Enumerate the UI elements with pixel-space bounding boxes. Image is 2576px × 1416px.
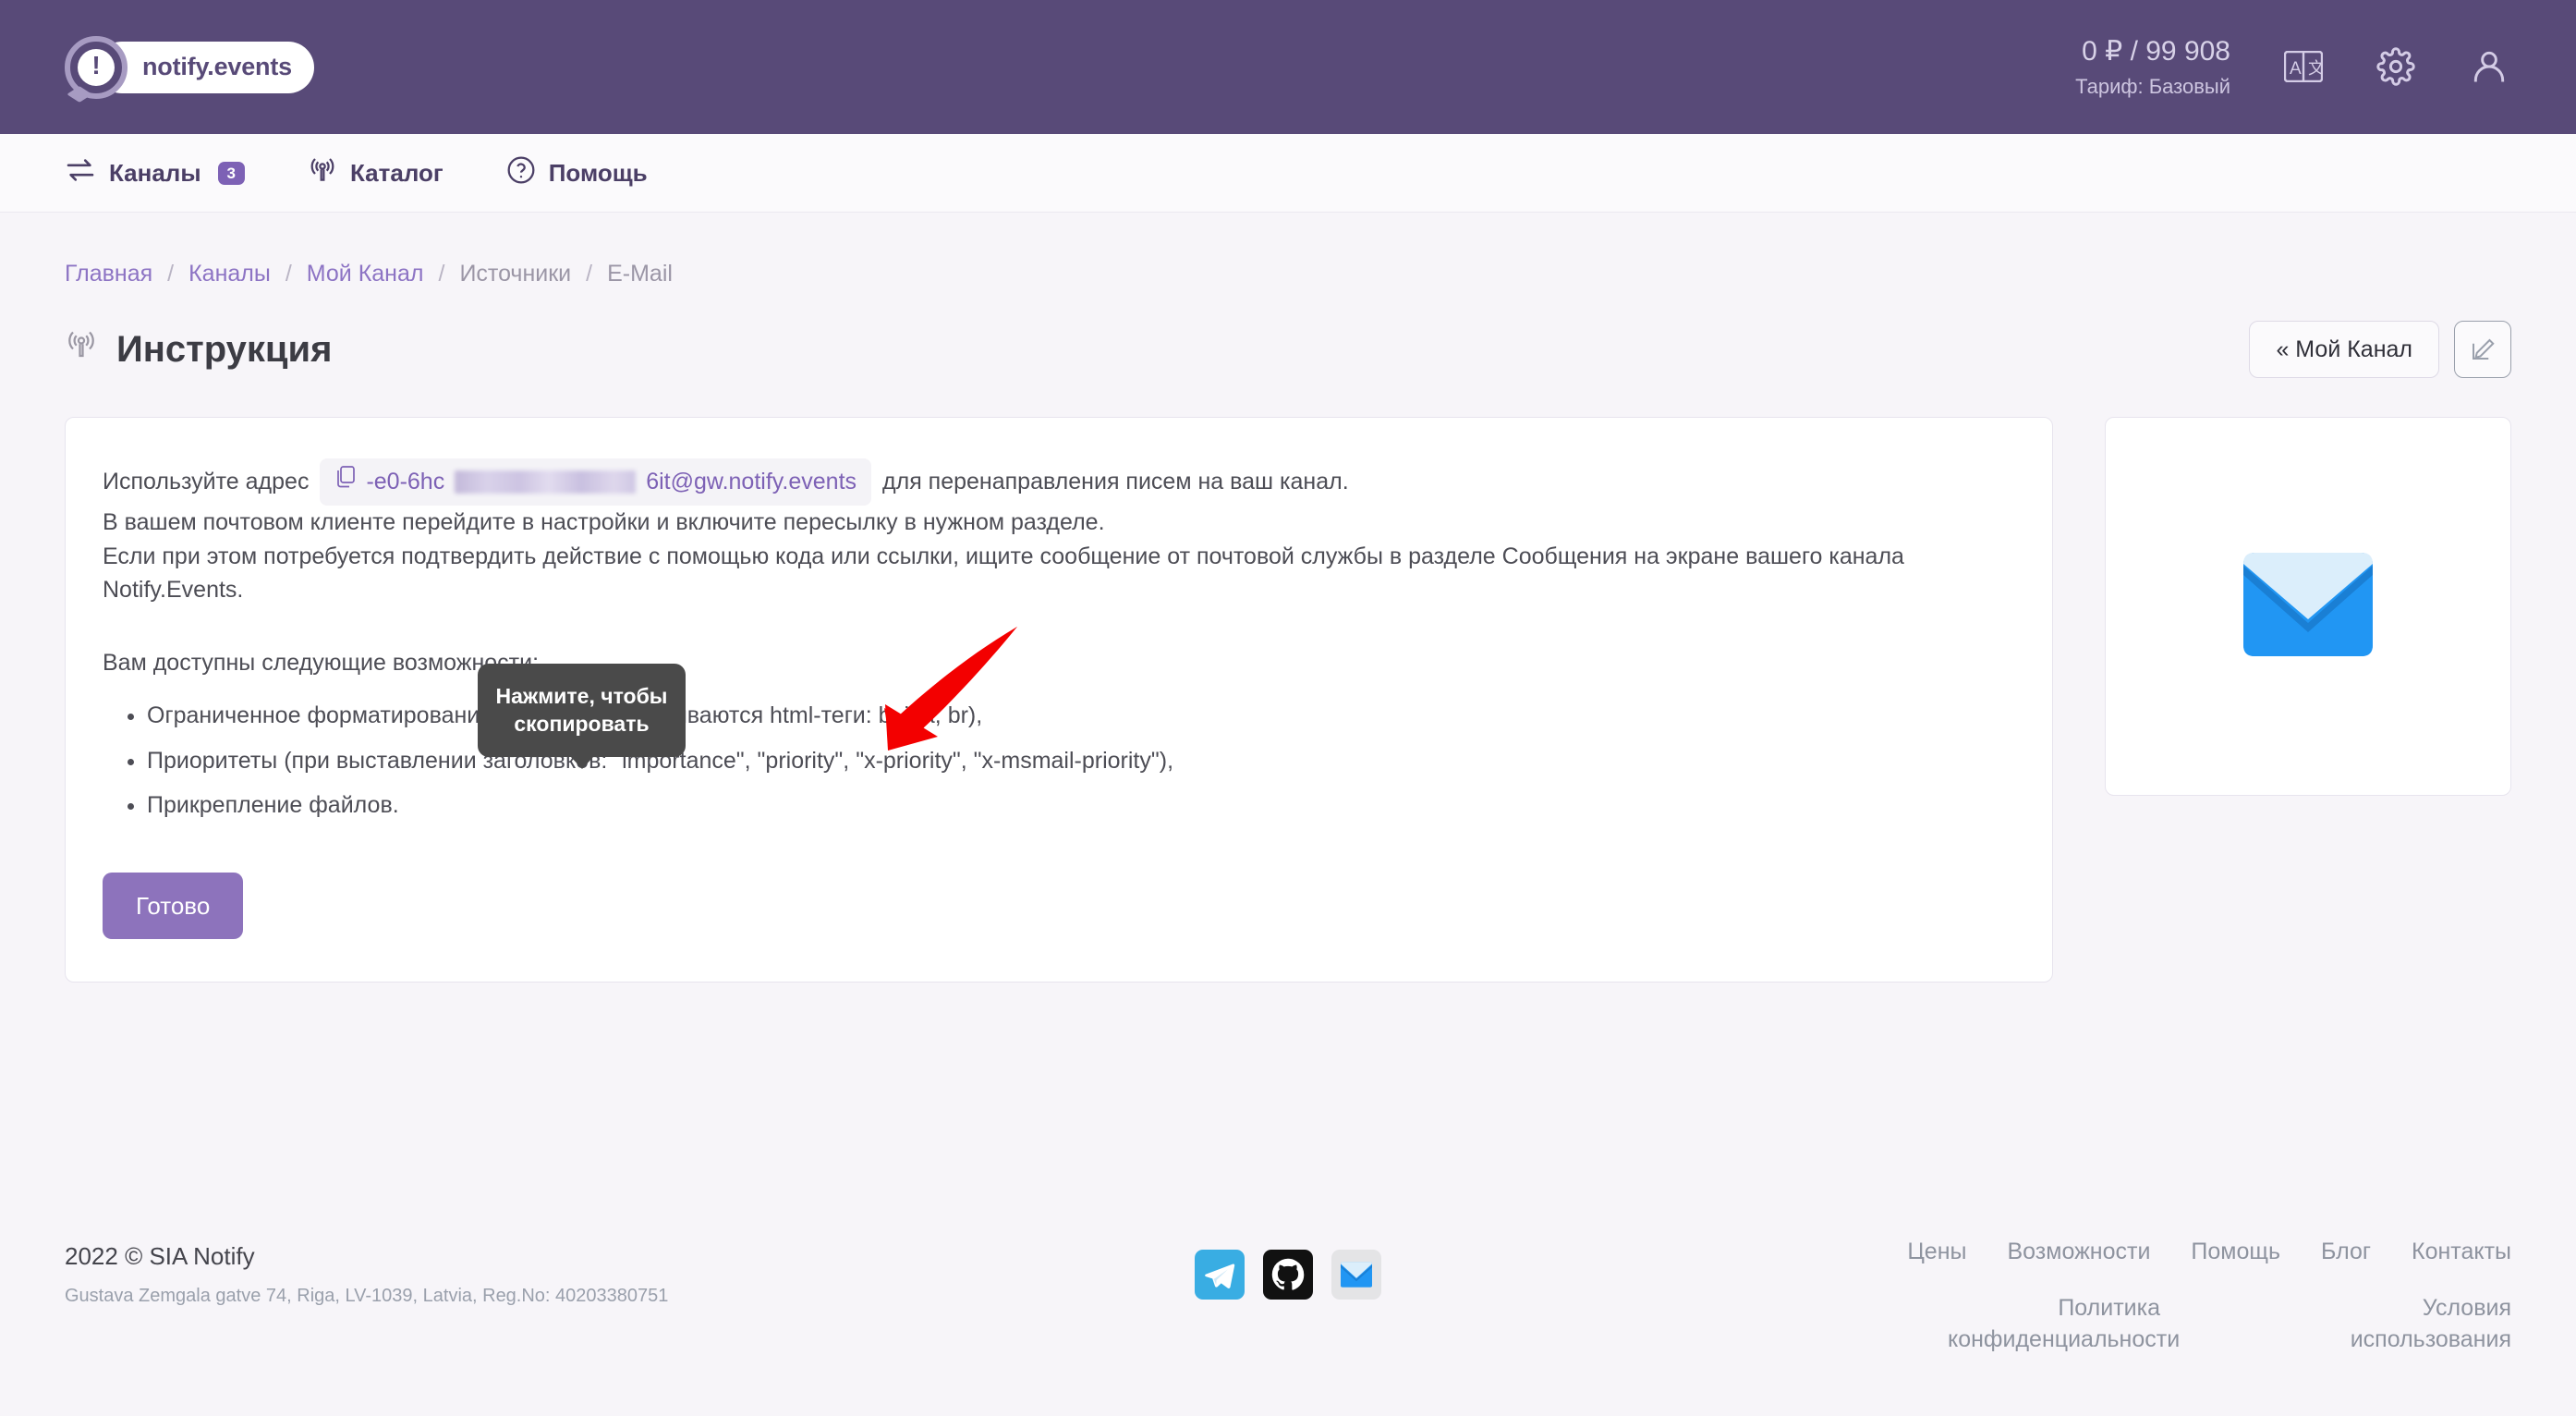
gear-icon[interactable] — [2376, 47, 2415, 87]
instruction-line-2: В вашем почтовом клиенте перейдите в нас… — [103, 508, 1105, 535]
footer-social-links — [1194, 1185, 1381, 1300]
email-address-copy-chip[interactable]: -e0-6hc 6it@gw.notify.events — [320, 458, 872, 506]
transfer-icon — [65, 158, 96, 189]
footer-address: Gustava Zemgala gatve 74, Riga, LV-1039,… — [65, 1286, 669, 1306]
email-envelope-icon — [2243, 552, 2373, 661]
footer-link-blog[interactable]: Блог — [2321, 1239, 2371, 1265]
footer-left: 2022 © SIA Notify Gustava Zemgala gatve … — [65, 1185, 668, 1307]
footer-link-privacy[interactable]: Политика конфиденциальности — [1948, 1293, 2180, 1356]
balance-block[interactable]: 0 ₽ / 99 908 Тариф: Базовый — [2075, 34, 2230, 100]
breadcrumb-separator: / — [285, 261, 292, 287]
page-actions: « Мой Канал — [2249, 321, 2511, 378]
list-item: Ограниченное форматирование текста (подд… — [147, 693, 2015, 739]
svg-text:文: 文 — [2308, 59, 2323, 78]
nav-badge-channels: 3 — [217, 161, 245, 185]
svg-text:A: A — [2290, 59, 2302, 79]
app-header: ! notify.events 0 ₽ / 99 908 Тариф: Базо… — [0, 0, 2576, 134]
instruction-card: Используйте адрес -e0-6hc 6it@gw.notify.e… — [65, 417, 2053, 983]
breadcrumb-item-home[interactable]: Главная — [65, 261, 152, 287]
page-title-text: Инструкция — [116, 328, 333, 370]
nav-label-help: Помощь — [548, 158, 648, 187]
footer-legal-links: Политика конфиденциальности Условия испо… — [1907, 1293, 2511, 1356]
email-icon[interactable] — [1331, 1250, 1381, 1300]
list-item: Приоритеты (при выставлении заголовков: … — [147, 739, 2015, 784]
nav-item-help[interactable]: Помощь — [506, 155, 648, 191]
footer-link-contacts[interactable]: Контакты — [2412, 1239, 2511, 1265]
nav-item-channels[interactable]: Каналы 3 — [65, 158, 245, 189]
illustration-card — [2105, 417, 2511, 796]
broadcast-icon — [65, 328, 98, 371]
nav-item-catalog[interactable]: Каталог — [308, 155, 444, 191]
footer-copyright: 2022 © SIA Notify — [65, 1242, 255, 1270]
page-header: Инструкция « Мой Канал — [65, 321, 2511, 378]
footer-links: Цены Возможности Помощь Блог Контакты — [1907, 1239, 2511, 1265]
header-right: 0 ₽ / 99 908 Тариф: Базовый A 文 — [2075, 34, 2509, 100]
copy-icon — [334, 465, 357, 499]
logo-text: notify.events — [96, 41, 314, 93]
breadcrumb-item-email: E-Mail — [607, 261, 673, 287]
page-content: Главная / Каналы / Мой Канал / Источники… — [0, 213, 2576, 983]
panels: Используйте адрес -e0-6hc 6it@gw.notify.e… — [65, 417, 2511, 983]
copy-tooltip: Нажмите, чтобы скопировать — [478, 664, 686, 757]
instruction-line-3: Если при этом потребуется подтвердить де… — [103, 543, 1904, 604]
app-footer: 2022 © SIA Notify Gustava Zemgala gatve … — [0, 1185, 2576, 1416]
nav-label-channels: Каналы — [109, 158, 201, 187]
email-redacted-blur — [455, 470, 637, 494]
question-icon — [506, 155, 536, 191]
nav-label-catalog: Каталог — [350, 158, 444, 187]
balance-amount: 0 ₽ / 99 908 — [2082, 36, 2230, 67]
back-to-channel-button[interactable]: « Мой Канал — [2249, 321, 2439, 378]
instruction-line-1-prefix: Используйте адрес — [103, 469, 310, 494]
telegram-icon[interactable] — [1194, 1250, 1245, 1300]
footer-link-prices[interactable]: Цены — [1907, 1239, 1966, 1265]
breadcrumb-separator: / — [167, 261, 175, 287]
tooltip-line-2: скопировать — [514, 712, 650, 737]
instruction-line-1-suffix: для перенаправления писем на ваш канал. — [882, 469, 1349, 494]
logo[interactable]: ! notify.events — [65, 35, 314, 99]
footer-right: Цены Возможности Помощь Блог Контакты По… — [1907, 1185, 2511, 1356]
edit-pencil-icon[interactable] — [2454, 321, 2511, 378]
github-icon[interactable] — [1262, 1250, 1313, 1300]
breadcrumb: Главная / Каналы / Мой Канал / Источники… — [65, 213, 2511, 287]
features-intro: Вам доступны следующие возможности: — [103, 650, 540, 676]
breadcrumb-separator: / — [438, 261, 445, 287]
broadcast-icon — [308, 155, 337, 191]
instruction-line-1: Используйте адрес -e0-6hc 6it@gw.notify.e… — [103, 458, 2015, 506]
breadcrumb-item-sources[interactable]: Источники — [459, 261, 571, 287]
footer-link-features[interactable]: Возможности — [2008, 1239, 2151, 1265]
features-list: Ограниченное форматирование текста (подд… — [147, 693, 2015, 828]
footer-link-terms[interactable]: Условия использования — [2299, 1293, 2511, 1356]
footer-link-help[interactable]: Помощь — [2191, 1239, 2280, 1265]
email-visible-start: -e0-6hc — [366, 469, 445, 494]
logo-bubble-icon: ! — [65, 35, 128, 99]
page-title: Инструкция — [65, 328, 332, 371]
breadcrumb-item-channels[interactable]: Каналы — [188, 261, 271, 287]
user-icon[interactable] — [2469, 46, 2509, 87]
logo-exclamation-icon: ! — [78, 48, 115, 86]
email-visible-end: 6it@gw.notify.events — [646, 469, 857, 494]
breadcrumb-separator: / — [586, 261, 593, 287]
main-nav: Каналы 3 Каталог Помощь — [0, 134, 2576, 213]
tooltip-line-1: Нажмите, чтобы — [495, 684, 668, 708]
list-item: Прикрепление файлов. — [147, 783, 2015, 828]
plan-label: Тариф: Базовый — [2075, 74, 2230, 98]
translate-icon[interactable]: A 文 — [2284, 51, 2323, 83]
done-button[interactable]: Готово — [103, 873, 244, 939]
breadcrumb-item-my-channel[interactable]: Мой Канал — [307, 261, 424, 287]
